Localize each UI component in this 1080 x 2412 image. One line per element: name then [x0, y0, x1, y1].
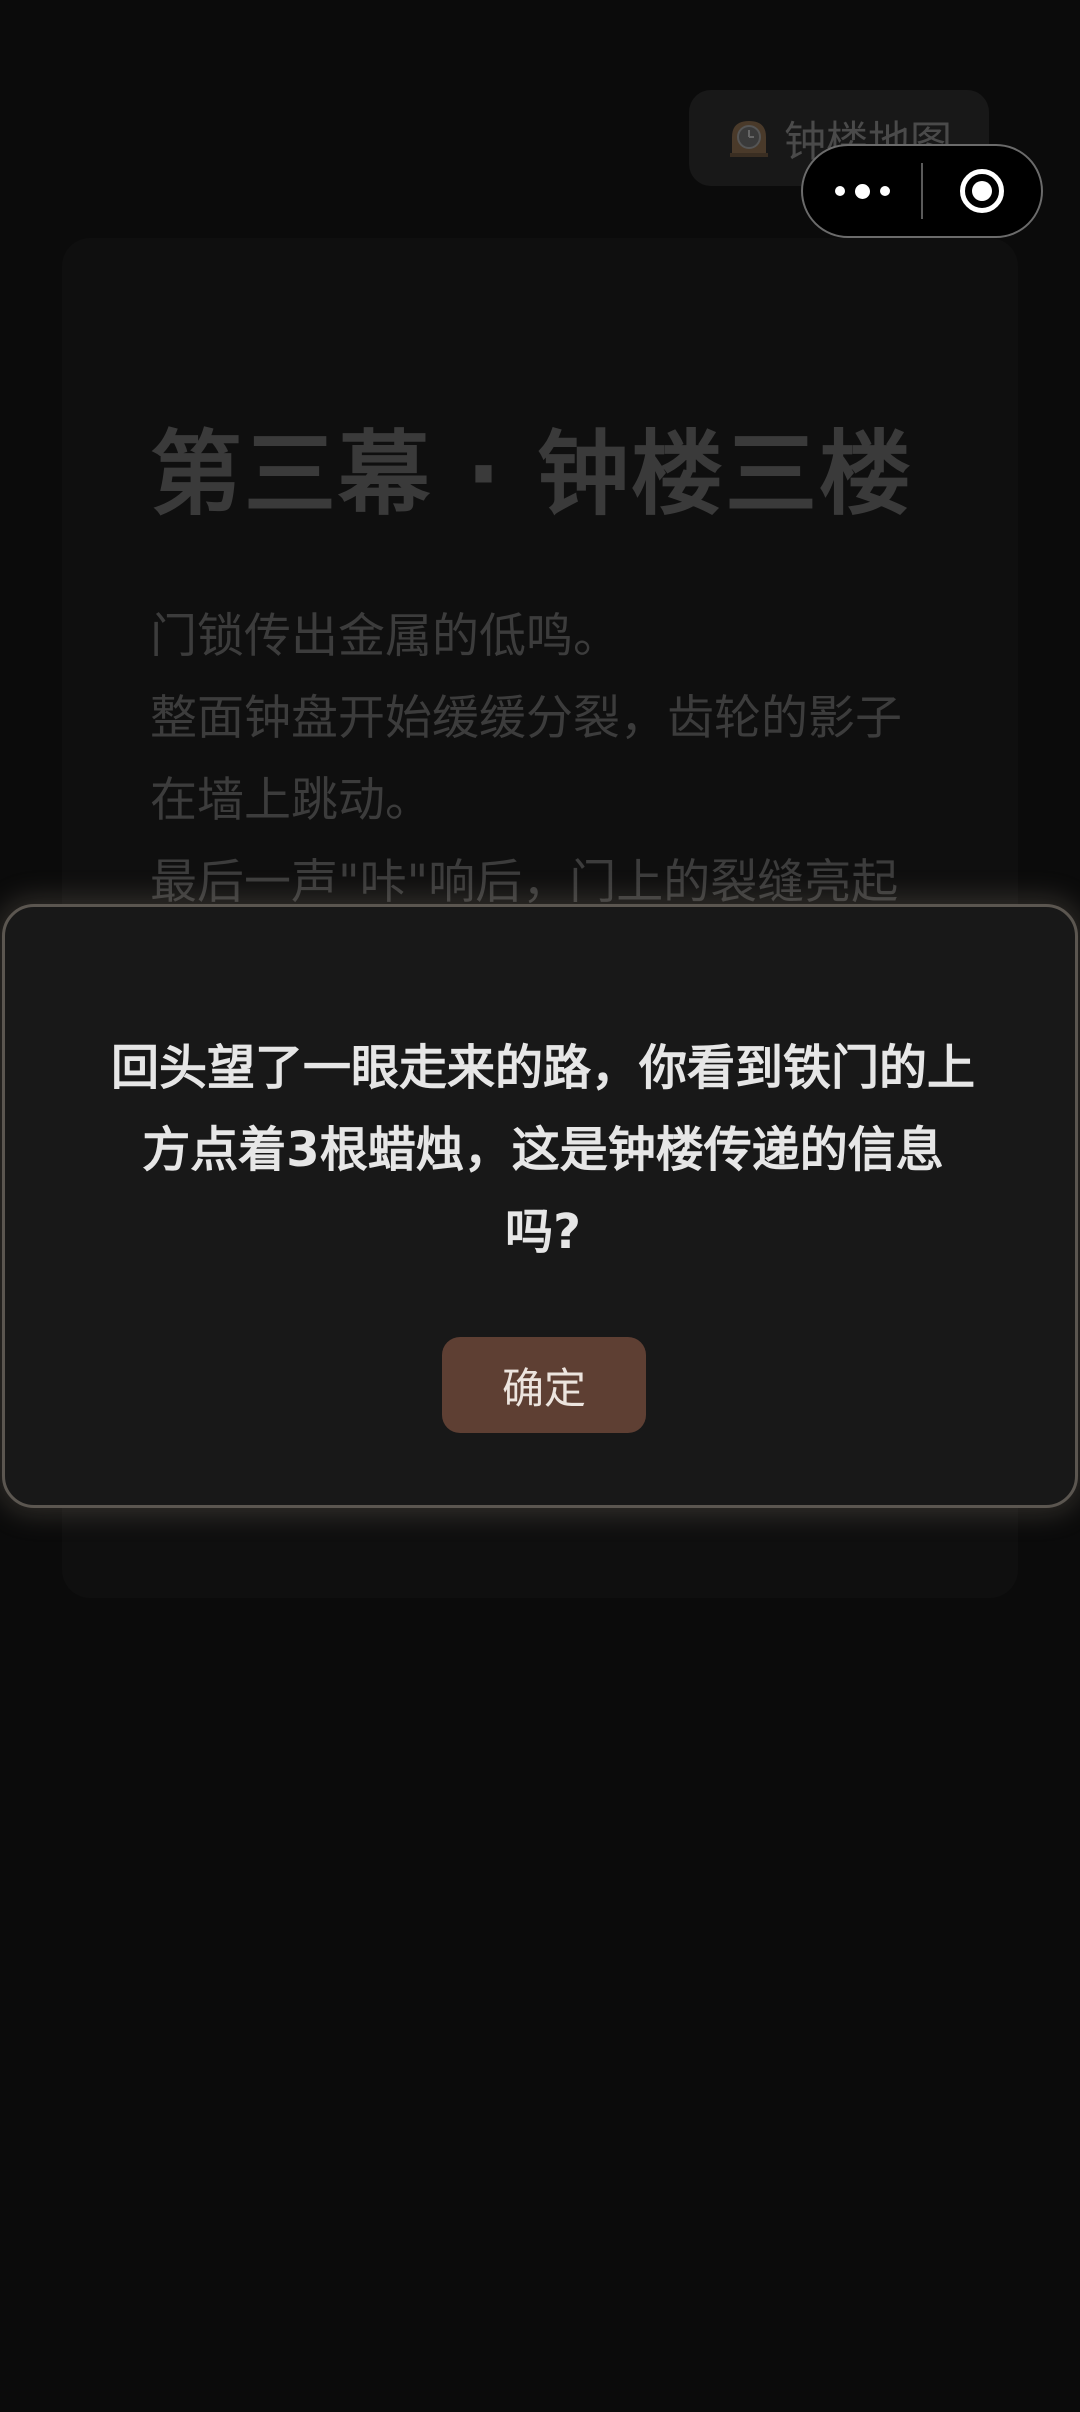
dialog-message: 回头望了一眼走来的路，你看到铁门的上方点着3根蜡烛，这是钟楼传递的信息吗? [110, 1040, 975, 1260]
app-root: 钟楼地图 第三幕 · 钟楼三楼 门锁传出金属的低鸣。 整面钟盘开始缓缓分裂，齿轮… [0, 0, 1080, 2412]
prompt-dialog: 回头望了一眼走来的路，你看到铁门的上方点着3根蜡烛，这是钟楼传递的信息吗? 确定 [2, 904, 1078, 1508]
confirm-button[interactable]: 确定 [442, 1337, 646, 1433]
